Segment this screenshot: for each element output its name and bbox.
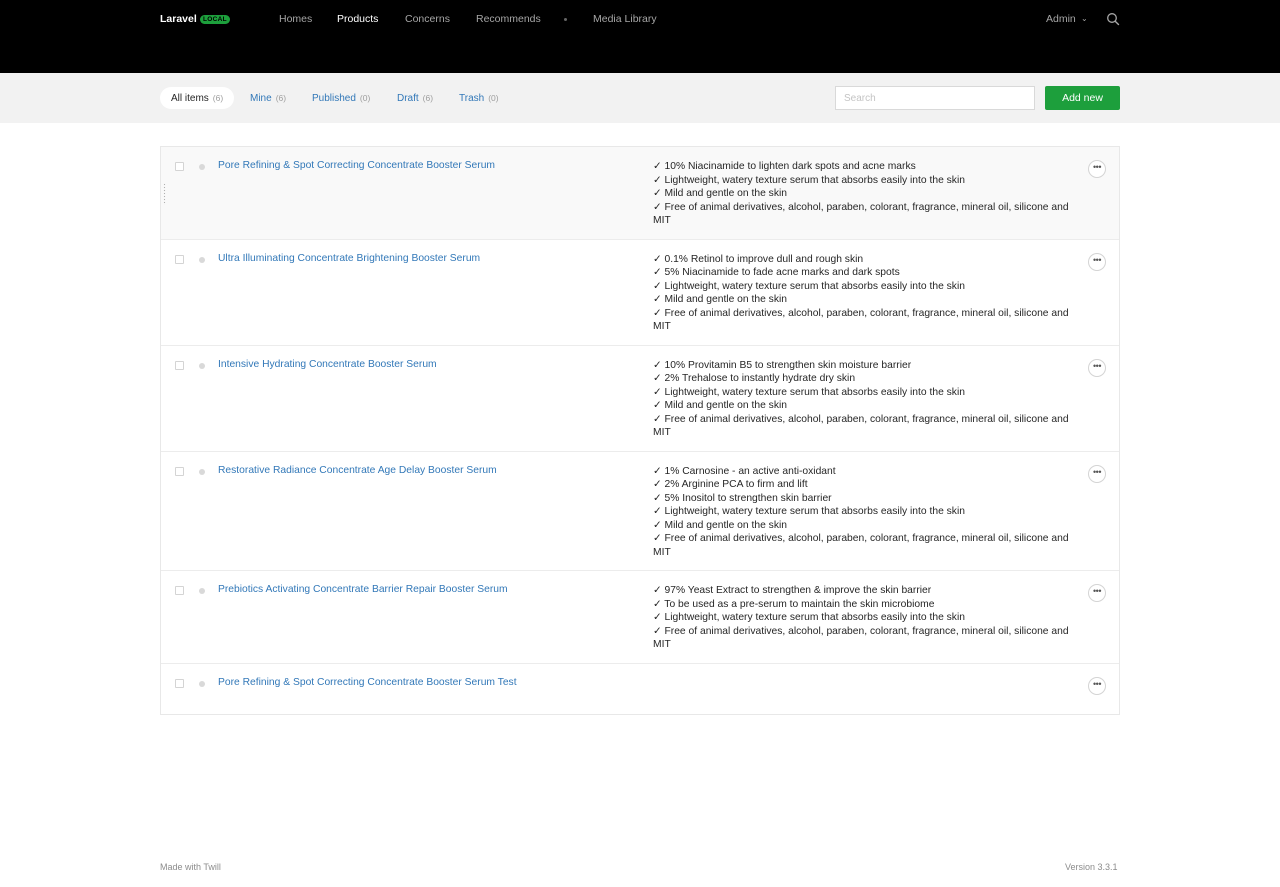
- search-icon[interactable]: [1106, 12, 1120, 26]
- description-line: ✓ Free of animal derivatives, alcohol, p…: [653, 533, 1069, 558]
- description-line: ✓ 5% Inositol to strengthen skin barrier: [653, 492, 832, 504]
- filter-published[interactable]: Published (0): [312, 87, 370, 109]
- row-checkbox[interactable]: [175, 586, 184, 595]
- drag-handle-icon[interactable]: [163, 183, 166, 205]
- description-line: ✓ 1% Carnosine - an active anti-oxidant: [653, 465, 836, 477]
- description-line: ✓ Free of animal derivatives, alcohol, p…: [653, 307, 1069, 333]
- nav-recommends[interactable]: Recommends: [476, 13, 541, 25]
- filter-count: (6): [422, 93, 434, 103]
- chevron-down-icon[interactable]: ⌄: [1081, 14, 1088, 23]
- table-row[interactable]: Prebiotics Activating Concentrate Barrie…: [161, 571, 1119, 664]
- filter-bar: All items (6) Mine (6) Published (0) Draft(…: [0, 73, 1280, 123]
- filter-label: Published: [312, 93, 356, 104]
- more-horizontal-icon[interactable]: •••: [1088, 358, 1106, 377]
- description-line: ✓ To be used as a pre-serum to maintain …: [653, 598, 935, 610]
- user-menu[interactable]: Admin: [1046, 13, 1076, 25]
- more-horizontal-icon[interactable]: •••: [1088, 464, 1106, 483]
- nav-products[interactable]: Products: [337, 13, 378, 25]
- filter-trash[interactable]: Trash (0): [459, 87, 499, 109]
- more-horizontal-icon[interactable]: •••: [1088, 584, 1106, 602]
- table-row[interactable]: Restorative Radiance Concentrate Age Del…: [161, 452, 1119, 571]
- status-dot: [199, 588, 205, 594]
- search-input[interactable]: [835, 86, 1035, 110]
- row-checkbox[interactable]: [175, 254, 184, 264]
- status-dot: [199, 164, 205, 170]
- nav-media-library[interactable]: Media Library: [593, 13, 657, 25]
- more-horizontal-icon[interactable]: •••: [1088, 160, 1106, 178]
- filter-count: (0): [359, 93, 371, 103]
- row-title-link[interactable]: Pore Refining & Spot Correcting Concentr…: [218, 160, 495, 171]
- row-description: ✓ 1% Carnosine - an active anti-oxidant …: [653, 452, 1073, 571]
- status-dot: [199, 256, 205, 263]
- row-checkbox[interactable]: [175, 466, 184, 476]
- description-line: ✓ Lightweight, watery texture serum that…: [653, 174, 965, 186]
- status-dot: [199, 468, 205, 475]
- description-line: ✓ 10% Provitamin B5 to strengthen skin m…: [653, 359, 912, 371]
- row-checkbox[interactable]: [175, 162, 184, 171]
- more-horizontal-icon[interactable]: •••: [1088, 252, 1106, 271]
- description-line: ✓ Free of animal derivatives, alcohol, p…: [653, 201, 1069, 227]
- description-line: ✓ Free of animal derivatives, alcohol, p…: [653, 625, 1069, 651]
- table-row[interactable]: Ultra Illuminating Concentrate Brighteni…: [161, 240, 1119, 346]
- row-checkbox[interactable]: [175, 360, 184, 370]
- filter-count: (6): [275, 93, 287, 103]
- description-line: ✓ Free of animal derivatives, alcohol, p…: [653, 413, 1069, 439]
- app-brand[interactable]: Laravel: [160, 13, 197, 25]
- nav-concerns[interactable]: Concerns: [405, 13, 450, 25]
- description-line: ✓ Lightweight, watery texture serum that…: [653, 386, 965, 398]
- description-line: ✓ Lightweight, watery texture serum that…: [653, 612, 965, 623]
- nav-homes[interactable]: Homes: [279, 13, 312, 25]
- description-line: ✓ Mild and gentle on the skin: [653, 188, 787, 199]
- row-checkbox[interactable]: [175, 678, 184, 688]
- top-header: Laravel LOCAL Homes Products Concerns Re…: [0, 0, 1280, 73]
- filter-label: Mine: [250, 93, 272, 104]
- table-row[interactable]: Pore Refining & Spot Correcting Concentr…: [161, 664, 1119, 714]
- description-line: ✓ Lightweight, watery texture serum that…: [653, 506, 965, 517]
- status-dot: [199, 362, 205, 369]
- description-line: ✓ Mild and gentle on the skin: [653, 400, 787, 411]
- row-title-link[interactable]: Ultra Illuminating Concentrate Brighteni…: [218, 253, 480, 264]
- env-badge: LOCAL: [200, 15, 230, 24]
- filter-label: Trash: [459, 93, 485, 104]
- filter-label: Draft: [397, 93, 419, 104]
- footer-credit[interactable]: Made with Twill: [160, 862, 221, 872]
- description-line: ✓ Mild and gentle on the skin: [653, 294, 787, 305]
- description-line: ✓ 5% Niacinamide to fade acne marks and …: [653, 267, 900, 278]
- status-dot: [199, 680, 205, 687]
- description-line: ✓ 2% Trehalose to instantly hydrate dry …: [653, 373, 856, 384]
- listing-table: Pore Refining & Spot Correcting Concentr…: [160, 146, 1120, 715]
- description-line: ✓ 10% Niacinamide to lighten dark spots …: [653, 161, 916, 172]
- description-line: ✓ Mild and gentle on the skin: [653, 519, 787, 531]
- nav-separator-dot: [564, 18, 567, 21]
- row-title-link[interactable]: Pore Refining & Spot Correcting Concentr…: [218, 677, 517, 688]
- filter-count: (0): [488, 93, 499, 103]
- row-title-link[interactable]: Prebiotics Activating Concentrate Barrie…: [218, 584, 508, 595]
- description-line: ✓ 2% Arginine PCA to firm and lift: [653, 479, 808, 490]
- filter-count: (6): [212, 93, 224, 103]
- row-description: ✓ 97% Yeast Extract to strengthen & impr…: [653, 571, 1073, 663]
- add-new-button[interactable]: Add new: [1045, 86, 1120, 110]
- table-row[interactable]: Intensive Hydrating Concentrate Booster …: [161, 346, 1119, 452]
- row-description: ✓ 0.1% Retinol to improve dull and rough…: [653, 240, 1073, 345]
- filter-label: All items: [171, 93, 209, 104]
- row-description: ✓ 10% Niacinamide to lighten dark spots …: [653, 147, 1073, 239]
- description-line: ✓ 0.1% Retinol to improve dull and rough…: [653, 253, 864, 265]
- row-description: ✓ 10% Provitamin B5 to strengthen skin m…: [653, 346, 1073, 451]
- more-horizontal-icon[interactable]: •••: [1088, 676, 1106, 695]
- description-line: ✓ 97% Yeast Extract to strengthen & impr…: [653, 585, 932, 596]
- footer-version: Version 3.3.1: [1065, 862, 1118, 872]
- filter-all-items[interactable]: All items (6): [160, 87, 235, 109]
- filter-draft[interactable]: Draft (6): [397, 87, 433, 109]
- filter-mine[interactable]: Mine (6): [250, 87, 286, 109]
- row-title-link[interactable]: Restorative Radiance Concentrate Age Del…: [218, 465, 497, 476]
- row-title-link[interactable]: Intensive Hydrating Concentrate Booster …: [218, 359, 437, 370]
- description-line: ✓ Lightweight, watery texture serum that…: [653, 280, 965, 292]
- table-row[interactable]: Pore Refining & Spot Correcting Concentr…: [161, 147, 1119, 240]
